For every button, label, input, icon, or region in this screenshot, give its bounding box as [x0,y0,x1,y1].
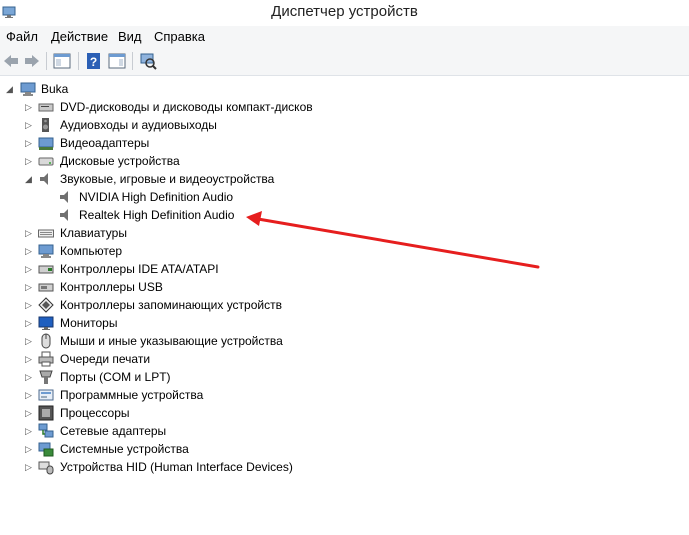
annotation-arrow [246,211,540,269]
